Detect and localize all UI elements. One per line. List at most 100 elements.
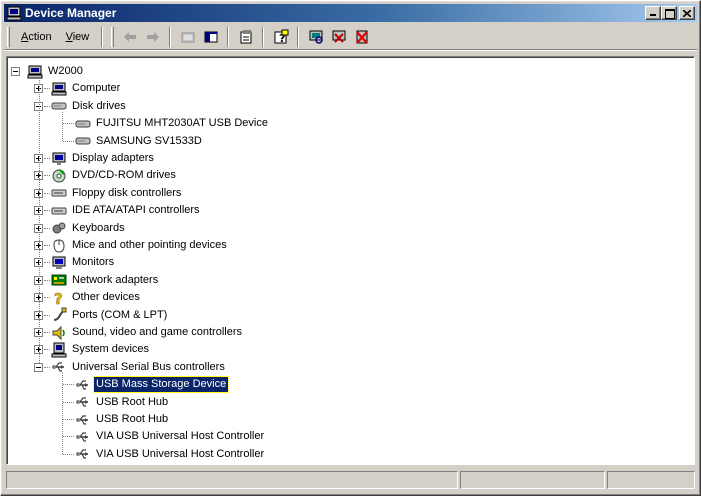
tree-item-label: Ports (COM & LPT) — [72, 308, 168, 321]
tree-category-node[interactable]: Sound, video and game controllers — [51, 324, 244, 341]
tree-device-node[interactable]: USB Mass Storage Device — [75, 376, 230, 394]
back-button[interactable] — [118, 26, 141, 48]
uninstall-button[interactable] — [327, 26, 350, 48]
up-level-button[interactable] — [176, 26, 199, 48]
menu-action-label: Action — [21, 30, 52, 43]
tree-item-label: IDE ATA/ATAPI controllers — [72, 204, 200, 217]
tree-connector-line — [44, 349, 50, 351]
disk-drive-icon — [75, 137, 91, 145]
tree-item-label: Network adapters — [72, 273, 159, 286]
device-manager-window: Device Manager Action View ? W2000 Compu… — [0, 0, 701, 496]
tree-category-node[interactable]: Network adapters — [51, 272, 160, 289]
tree-connector-line — [63, 140, 74, 142]
status-panel-main — [6, 471, 458, 489]
tree-category-node[interactable]: DVD/CD-ROM drives — [51, 167, 178, 184]
collapse-button[interactable] — [11, 67, 20, 76]
tree-item-label: Computer — [72, 82, 121, 95]
tree-connector-line — [44, 262, 50, 264]
tree-item-label: Monitors — [72, 256, 115, 269]
device-tree[interactable]: W2000 Computer Disk drives FUJITSU MHT2030A… — [7, 57, 694, 464]
tree-category-node[interactable]: Computer — [51, 80, 122, 97]
system-computer-icon — [51, 342, 67, 358]
tree-connector-line — [44, 279, 50, 281]
tree-device-node[interactable]: USB Root Hub — [75, 411, 170, 428]
tree-item-label: VIA USB Universal Host Controller — [96, 447, 265, 460]
tree-connector-line — [44, 210, 50, 212]
properties-button[interactable] — [234, 26, 257, 48]
tree-connector-line — [62, 111, 63, 141]
disable-button[interactable] — [350, 26, 373, 48]
minimize-button[interactable] — [645, 6, 661, 20]
usb-icon — [52, 362, 64, 372]
toolbar-separator — [262, 26, 265, 47]
svg-text:?: ? — [54, 290, 63, 306]
computer-icon — [51, 82, 67, 96]
tree-item-label: FUJITSU MHT2030AT USB Device — [96, 117, 268, 130]
computer-icon — [27, 65, 43, 78]
tree-category-node[interactable]: IDE ATA/ATAPI controllers — [51, 202, 202, 219]
close-icon — [683, 9, 691, 17]
keyboard-icon — [52, 222, 66, 234]
toolbar-grip[interactable] — [111, 26, 115, 47]
tree-device-node[interactable]: SAMSUNG SV1533D — [75, 133, 204, 150]
floppy-controller-icon — [51, 189, 67, 197]
toolbar-separator — [169, 26, 172, 47]
tree-connector-line — [44, 105, 50, 107]
tree-category-node[interactable]: Universal Serial Bus controllers — [51, 359, 227, 376]
tree-category-node[interactable]: Display adapters — [51, 150, 156, 167]
mouse-icon — [53, 238, 65, 253]
tree-connector-line — [44, 245, 50, 246]
tree-device-node[interactable]: VIA USB Universal Host Controller — [75, 428, 266, 445]
tree-category-node[interactable]: ? Other devices — [51, 289, 142, 306]
toolbar-separator — [227, 26, 230, 47]
menu-view[interactable]: View — [59, 28, 97, 46]
computer-icon — [6, 6, 22, 21]
port-connector-icon — [53, 307, 67, 322]
tree-category-node[interactable]: Ports (COM & LPT) — [51, 307, 169, 324]
forward-button[interactable] — [141, 26, 164, 48]
show-hide-tree-button[interactable] — [199, 26, 222, 48]
toolbar-separator — [101, 26, 104, 47]
tree-device-node[interactable]: USB Root Hub — [75, 394, 170, 411]
tree-connector-line — [63, 419, 74, 420]
tree-item-label: Keyboards — [72, 221, 125, 234]
help-icon: ? — [274, 29, 289, 45]
tree-category-node[interactable]: Mice and other pointing devices — [51, 237, 229, 254]
scan-hardware-icon — [309, 30, 323, 44]
tree-category-node[interactable]: Keyboards — [51, 220, 127, 237]
tree-category-node[interactable]: Floppy disk controllers — [51, 185, 183, 202]
tree-device-node[interactable]: VIA USB Universal Host Controller — [75, 446, 266, 463]
tree-item-label: Disk drives — [72, 99, 126, 112]
usb-icon — [76, 397, 88, 407]
title-bar[interactable]: Device Manager — [4, 4, 697, 22]
tree-category-node[interactable]: System devices — [51, 341, 151, 358]
tree-item-label: USB Root Hub — [96, 395, 169, 408]
menu-action[interactable]: Action — [14, 28, 59, 46]
collapse-button[interactable] — [34, 362, 43, 372]
help-button[interactable]: ? — [269, 26, 292, 48]
menu-view-label: View — [65, 30, 90, 43]
tree-connector-line — [44, 332, 50, 333]
tree-item-label: SAMSUNG SV1533D — [96, 134, 202, 147]
tree-device-node[interactable]: FUJITSU MHT2030AT USB Device — [75, 115, 270, 132]
show-hide-tree-icon — [204, 31, 218, 42]
maximize-button[interactable] — [661, 6, 677, 20]
close-button[interactable] — [679, 6, 695, 20]
forward-arrow-icon — [146, 31, 159, 42]
usb-icon — [76, 414, 88, 425]
toolbar-grip[interactable] — [7, 26, 10, 47]
scan-hardware-button[interactable] — [304, 26, 327, 48]
tree-connector-line — [63, 453, 74, 455]
usb-icon — [76, 432, 88, 442]
status-panel-2 — [460, 471, 605, 489]
tree-connector-line — [63, 123, 74, 125]
tree-item-label: Universal Serial Bus controllers — [72, 360, 225, 373]
question-mark-icon: ? — [54, 290, 63, 306]
device-tree-pane[interactable]: W2000 Computer Disk drives FUJITSU MHT2030A… — [6, 56, 695, 465]
tree-category-node[interactable]: Monitors — [51, 254, 116, 271]
usb-icon — [76, 380, 88, 390]
tree-root-node[interactable]: W2000 — [27, 63, 85, 80]
tree-connector-line — [39, 77, 40, 363]
caption-buttons — [645, 6, 695, 20]
toolbar: Action View ? — [4, 24, 697, 50]
